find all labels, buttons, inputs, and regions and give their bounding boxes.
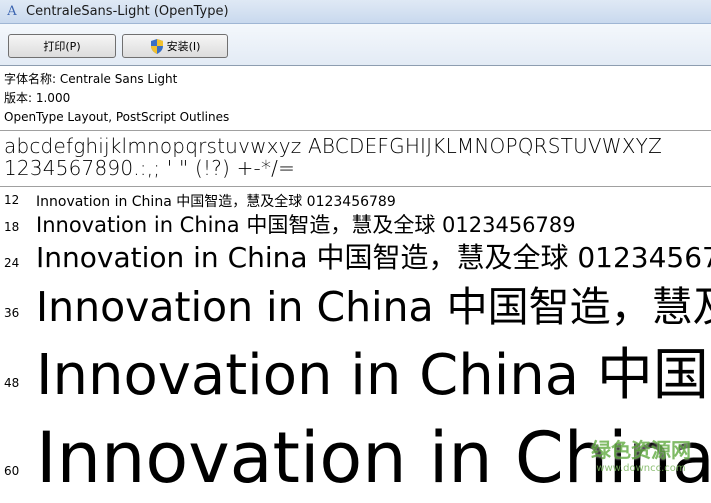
sample-text: Innovation in China 中国智造，慧及全球 0123456789 — [36, 213, 576, 237]
font-name: 字体名称: Centrale Sans Light — [4, 72, 178, 86]
sample-text: Innovation in China 中国智造，慧及全球 0123456789 — [36, 283, 711, 331]
title-bar: A CentraleSans-Light (OpenType) — [0, 0, 711, 24]
watermark-url: www.downcc.com — [596, 463, 686, 474]
size-label: 48 — [4, 376, 20, 390]
divider — [0, 186, 711, 187]
toolbar: 打印(P) 安装(I) — [0, 24, 711, 66]
sample-text: Innovation in China 中国智造，慧及全球 0123456789 — [36, 343, 711, 408]
print-button-label: 打印(P) — [43, 40, 81, 53]
size-label: 12 — [4, 193, 20, 207]
size-label: 24 — [4, 256, 20, 270]
font-app-icon: A — [7, 4, 17, 19]
size-label: 60 — [4, 464, 20, 478]
size-label: 36 — [4, 306, 20, 320]
font-outline-type: OpenType Layout, PostScript Outlines — [4, 110, 230, 124]
install-button[interactable]: 安装(I) — [122, 34, 228, 58]
divider — [0, 130, 711, 131]
sample-text: Innovation in China 中国智造，慧及全球 0123456789 — [36, 194, 396, 210]
sample-text: Innovation in China 中国智造，慧及全球 0123456789 — [36, 241, 711, 274]
charset-symbols: 1234567890.:,; ' " (!?) +-*/= — [4, 156, 296, 180]
shield-icon — [150, 38, 163, 54]
font-version: 版本: 1.000 — [4, 91, 71, 105]
window-title: CentraleSans-Light (OpenType) — [26, 4, 229, 19]
font-info: 字体名称: Centrale Sans Light 版本: 1.000 Open… — [4, 70, 229, 127]
charset-letters: abcdefghijklmnopqrstuvwxyz ABCDEFGHIJKLM… — [4, 134, 662, 158]
watermark-main: 绿色资源网 — [591, 438, 691, 462]
install-button-label: 安装(I) — [166, 40, 201, 53]
size-label: 18 — [4, 220, 20, 234]
print-button[interactable]: 打印(P) — [8, 34, 116, 58]
watermark-logo: 绿色资源网 www.downcc.com — [591, 434, 691, 474]
character-set: abcdefghijklmnopqrstuvwxyz ABCDEFGHIJKLM… — [4, 135, 662, 179]
